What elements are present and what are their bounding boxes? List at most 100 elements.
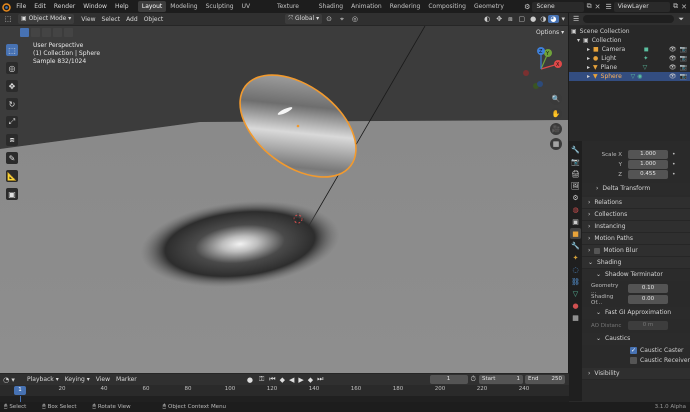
eye-icon[interactable]: 👁 [669, 46, 677, 53]
transform-tool-icon[interactable]: ⧈ [6, 134, 18, 146]
outliner-editor-icon[interactable]: ☰ [573, 15, 579, 23]
data-tab-icon[interactable]: ▽ [570, 288, 581, 299]
camera-restrict-icon[interactable]: 📷 [680, 55, 687, 62]
expand-arrow-icon[interactable]: ▸ [587, 46, 590, 53]
transform-orientation-dropdown[interactable]: ⤧ Global ▾ [285, 14, 323, 24]
ao-distance-field[interactable]: 0 m [628, 321, 668, 330]
next-key-icon[interactable]: ◆ [306, 376, 315, 384]
object-tab-icon[interactable]: ■ [570, 228, 581, 239]
caustic-receiver-checkbox[interactable] [630, 356, 637, 364]
caustic-caster-checkbox[interactable]: ✓ [630, 346, 637, 354]
keyframe-dot-icon[interactable]: • [672, 171, 676, 178]
menu-object[interactable]: Object [141, 16, 167, 23]
eye-icon[interactable]: 👁 [669, 55, 677, 62]
select-subtract-icon[interactable] [42, 28, 51, 37]
keyframe-dot-icon[interactable]: • [672, 161, 676, 168]
tab-sculpting[interactable]: Sculpting [202, 1, 238, 12]
prev-key-icon[interactable]: ◆ [278, 376, 287, 384]
timeline-editor-icon[interactable]: ◔ ▾ [0, 376, 18, 384]
menu-add[interactable]: Add [123, 16, 141, 23]
shading-options-icon[interactable]: ▾ [559, 15, 569, 23]
visibility-icon[interactable]: ◐ [481, 15, 493, 23]
view-layer-tab-icon[interactable]: 🖼 [570, 180, 581, 191]
caustic-caster-row[interactable]: ✓ Caustic Caster [582, 345, 690, 355]
zoom-icon[interactable]: 🔍 [550, 93, 562, 105]
jump-end-icon[interactable]: ⏭ [315, 375, 325, 384]
record-icon[interactable]: ● [244, 376, 256, 384]
select-extend-icon[interactable] [31, 28, 40, 37]
snap-icon[interactable]: ⌖ [336, 15, 348, 24]
keyframe-dot-icon[interactable]: • [672, 151, 676, 158]
physics-tab-icon[interactable]: ◌ [570, 264, 581, 275]
menu-playback[interactable]: Playback ▾ [24, 376, 62, 383]
jump-start-icon[interactable]: ⏮ [267, 375, 277, 384]
camera-view-icon[interactable]: 🎥 [550, 123, 562, 135]
cursor-tool-icon[interactable]: ◎ [6, 62, 18, 74]
blender-logo-icon[interactable] [0, 0, 12, 13]
shading-panel[interactable]: ⌄ Shading [582, 257, 690, 269]
material-tab-icon[interactable]: ● [570, 300, 581, 311]
3d-viewport[interactable]: User Perspective (1) Collection | Sphere… [0, 26, 568, 373]
scale-tool-icon[interactable]: ⤢ [6, 116, 18, 128]
fast-gi-panel[interactable]: ⌄ Fast GI Approximation [582, 307, 690, 319]
options-button[interactable]: Options ▾ [533, 28, 568, 38]
outliner-item-plane[interactable]: ▸ ▼ Plane ▽ 👁 📷 [569, 63, 690, 72]
collapse-arrow-icon[interactable]: ▾ [577, 37, 580, 44]
viewlayer-icon[interactable]: ☰ [603, 3, 613, 11]
outliner-item-sphere[interactable]: ▸ ▼ Sphere ▽ ◉ 👁 📷 [569, 72, 690, 81]
tab-geometry-nodes[interactable]: Geometry Nodes [470, 1, 522, 21]
motion-blur-panel[interactable]: › Motion Blur [582, 245, 690, 257]
menu-timeline-view[interactable]: View [93, 376, 113, 383]
scene-copy-icon[interactable]: ⧉ [584, 2, 595, 11]
annotate-tool-icon[interactable]: ✎ [6, 152, 18, 164]
scale-z-field[interactable]: 0.455 [628, 170, 668, 179]
outliner-collection[interactable]: ▾ ▣ Collection [569, 36, 690, 45]
geometry-offset-field[interactable]: 0.10 [628, 284, 668, 293]
navigation-gizmo[interactable]: X Y Z [518, 46, 564, 92]
start-frame-field[interactable]: Start 1 [479, 375, 523, 384]
outliner-search-input[interactable] [583, 15, 675, 23]
editor-type-icon[interactable]: ⬚ [0, 15, 16, 23]
texture-tab-icon[interactable]: ▦ [570, 312, 581, 323]
select-intersect-icon[interactable] [64, 28, 73, 37]
viewlayer-close-icon[interactable]: ✕ [681, 3, 690, 11]
outliner-item-camera[interactable]: ▸ ■ Camera ◼ 👁 📷 [569, 45, 690, 54]
particles-tab-icon[interactable]: ✦ [570, 252, 581, 263]
outliner-item-light[interactable]: ▸ ● Light ✦ 👁 📷 [569, 54, 690, 63]
menu-marker[interactable]: Marker [113, 376, 140, 383]
world-tab-icon[interactable]: ◍ [570, 204, 581, 215]
select-invert-icon[interactable] [53, 28, 62, 37]
timeline-ruler[interactable]: 1 20 40 60 80 100 120 140 160 180 200 22… [0, 385, 569, 396]
expand-arrow-icon[interactable]: ▸ [587, 64, 590, 71]
xray-icon[interactable]: ▢ [516, 15, 529, 23]
perspective-grid-icon[interactable]: ▦ [550, 138, 562, 150]
viewlayer-selector[interactable]: ViewLayer [613, 1, 671, 12]
scene-tab-icon[interactable]: ⚙ [570, 192, 581, 203]
tab-layout[interactable]: Layout [137, 1, 167, 12]
caustic-receiver-row[interactable]: Caustic Receiver [582, 355, 690, 365]
camera-restrict-icon[interactable]: 📷 [680, 46, 687, 53]
rotate-tool-icon[interactable]: ↻ [6, 98, 18, 110]
pan-hand-icon[interactable]: ✋ [550, 108, 562, 120]
tab-shading[interactable]: Shading [315, 1, 347, 12]
scene-selector[interactable]: Scene [532, 1, 584, 12]
shadow-terminator-panel[interactable]: ⌄ Shadow Terminator [582, 269, 690, 281]
menu-window[interactable]: Window [79, 3, 111, 10]
keying-set-icon[interactable]: ⚿ [256, 375, 267, 384]
proportional-icon[interactable]: ◎ [348, 15, 362, 23]
constraints-tab-icon[interactable]: ⛓ [570, 276, 581, 287]
overlay-toggle-icon[interactable]: ⧈ [505, 15, 515, 24]
gizmo-toggle-icon[interactable]: ✥ [493, 15, 505, 23]
scale-x-field[interactable]: 1.000 [628, 150, 668, 159]
tab-modeling[interactable]: Modeling [166, 1, 201, 12]
menu-select[interactable]: Select [99, 16, 124, 23]
select-new-icon[interactable] [20, 28, 29, 37]
scale-y-field[interactable]: 1.000 [628, 160, 668, 169]
camera-restrict-icon[interactable]: 📷 [680, 73, 687, 80]
tab-rendering[interactable]: Rendering [386, 1, 425, 12]
play-reverse-icon[interactable]: ◀ [287, 376, 296, 384]
select-box-tool-icon[interactable]: ⬚ [6, 44, 18, 56]
tab-texture-paint[interactable]: Texture Paint [273, 1, 315, 21]
scene-icon[interactable]: ⚙ [522, 3, 532, 11]
menu-help[interactable]: Help [111, 3, 133, 10]
